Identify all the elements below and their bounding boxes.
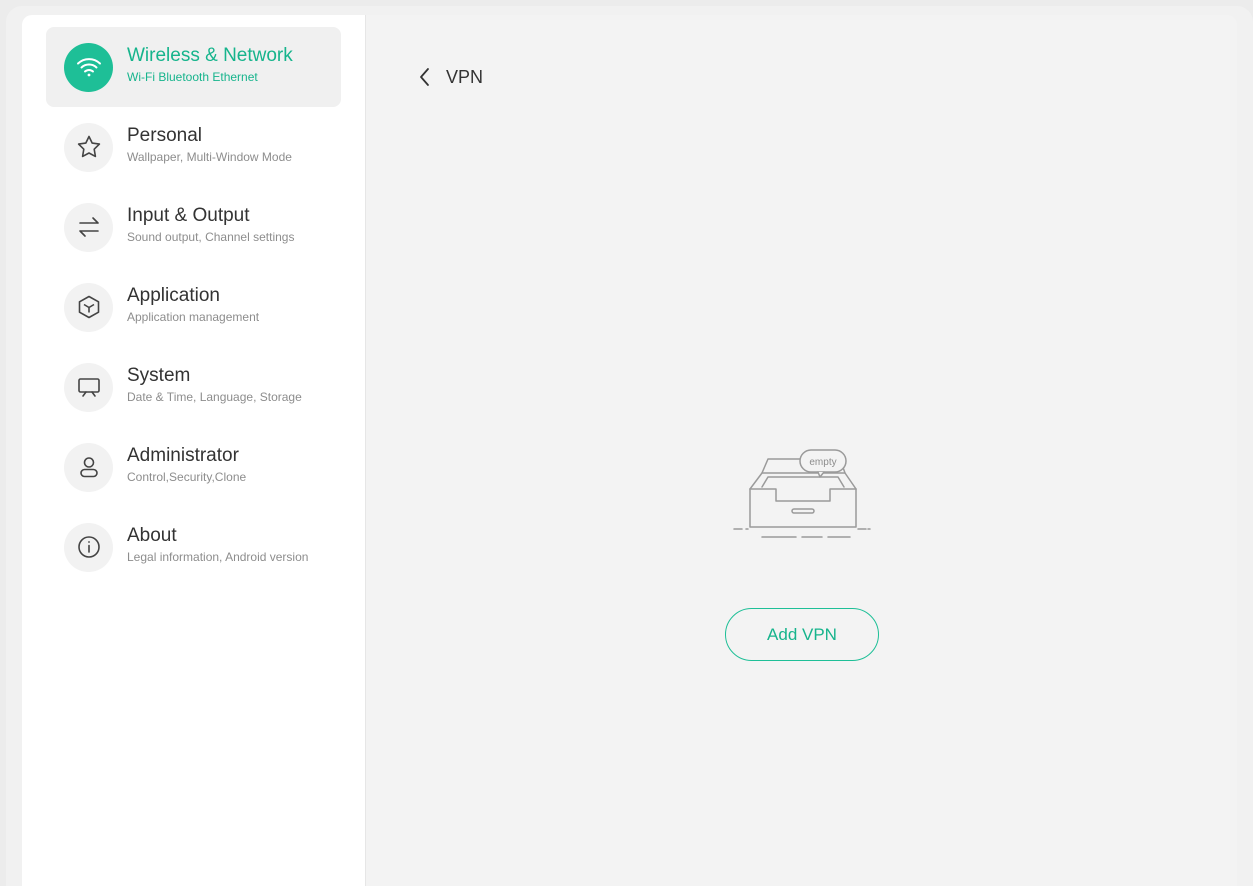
star-icon xyxy=(64,122,113,172)
info-icon xyxy=(64,522,113,572)
sidebar-item-title: System xyxy=(127,364,191,386)
sidebar-item-subtitle: Legal information, Android version xyxy=(127,549,309,564)
sidebar-item-title: Input & Output xyxy=(127,204,250,226)
sidebar-item-subtitle: Sound output, Channel settings xyxy=(127,229,295,244)
empty-label: empty xyxy=(809,457,836,468)
sidebar-item-subtitle: Control,Security,Clone xyxy=(127,469,247,484)
swap-arrows-icon xyxy=(64,202,113,252)
sidebar-item-administrator[interactable]: Administrator Control,Security,Clone xyxy=(46,427,341,507)
back-button[interactable]: VPN xyxy=(416,65,483,89)
wifi-icon xyxy=(64,42,113,92)
user-icon xyxy=(64,442,113,492)
sidebar-item-subtitle: Wi-Fi Bluetooth Ethernet xyxy=(127,69,258,84)
sidebar-item-wireless-network[interactable]: Wireless & Network Wi-Fi Bluetooth Ether… xyxy=(46,27,341,107)
sidebar-item-title: Wireless & Network xyxy=(127,44,293,66)
sidebar-item-personal[interactable]: Personal Wallpaper, Multi-Window Mode xyxy=(46,107,341,187)
cube-icon xyxy=(64,282,113,332)
window-frame: Wireless & Network Wi-Fi Bluetooth Ether… xyxy=(6,6,1253,886)
sidebar-item-title: Personal xyxy=(127,124,202,146)
chevron-left-icon xyxy=(420,68,429,86)
sidebar-item-application[interactable]: Application Application management xyxy=(46,267,341,347)
sidebar: Wireless & Network Wi-Fi Bluetooth Ether… xyxy=(22,15,366,886)
monitor-icon xyxy=(64,362,113,412)
sidebar-item-input-output[interactable]: Input & Output Sound output, Channel set… xyxy=(46,187,341,267)
sidebar-item-system[interactable]: System Date & Time, Language, Storage xyxy=(46,347,341,427)
add-vpn-button[interactable]: Add VPN xyxy=(725,608,879,661)
page-title: VPN xyxy=(446,66,484,87)
sidebar-item-subtitle: Date & Time, Language, Storage xyxy=(127,389,302,404)
sidebar-item-subtitle: Wallpaper, Multi-Window Mode xyxy=(127,149,292,164)
sidebar-item-title: About xyxy=(127,524,177,546)
main-panel: VPN empty Add VPN xyxy=(366,15,1237,886)
sidebar-item-about[interactable]: About Legal information, Android version xyxy=(46,507,341,587)
sidebar-item-subtitle: Application management xyxy=(127,309,260,324)
empty-inbox-icon: empty xyxy=(733,449,871,538)
sidebar-item-title: Administrator xyxy=(127,444,239,466)
sidebar-item-title: Application xyxy=(127,284,220,306)
settings-screen: Wireless & Network Wi-Fi Bluetooth Ether… xyxy=(22,15,1237,886)
